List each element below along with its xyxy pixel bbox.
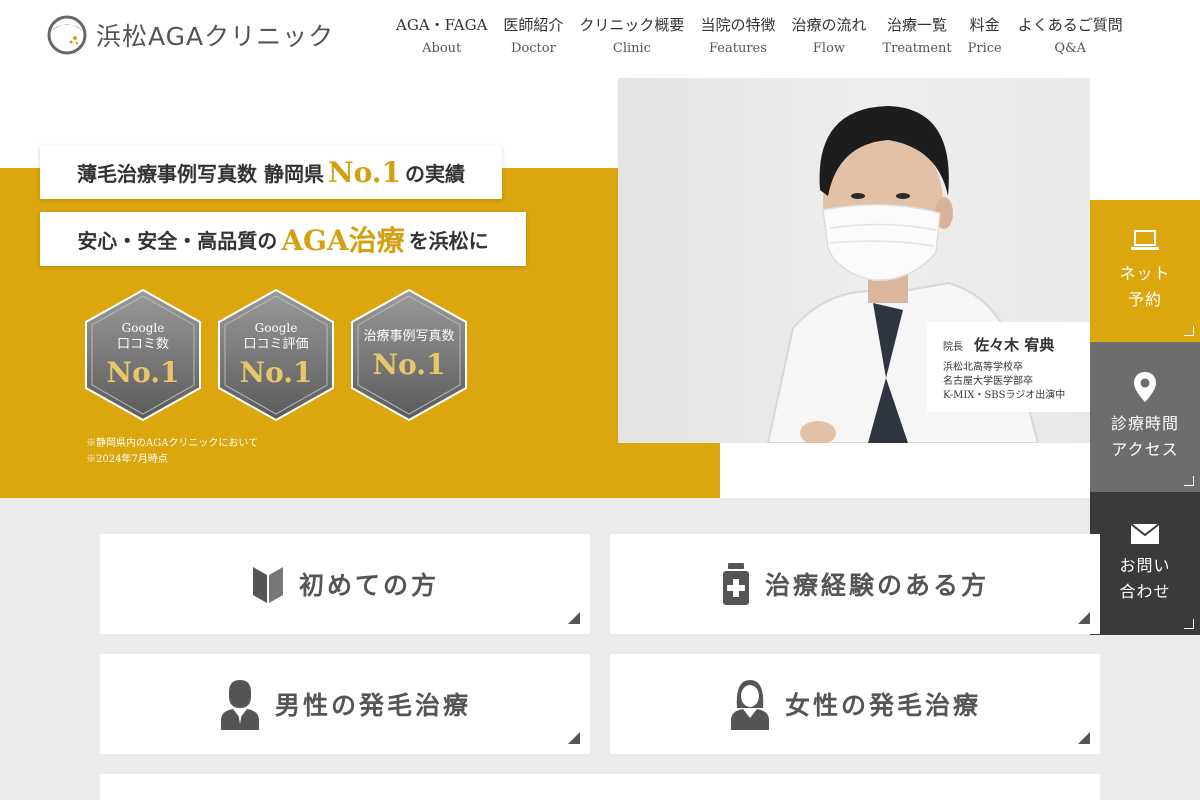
laptop-icon: [1131, 230, 1159, 250]
banner-text: 薄毛治療事例写真数 静岡県: [77, 162, 324, 186]
corner-mark: [1184, 619, 1194, 629]
nav-item-clinic[interactable]: クリニック概要 Clinic: [571, 14, 692, 59]
card-men-treatment[interactable]: 男性の発毛治療: [100, 654, 590, 754]
nav-label-en: Features: [708, 41, 767, 56]
nav-label-en: Treatment: [882, 41, 952, 56]
card-partial-bottom[interactable]: [100, 774, 1100, 800]
beginner-mark-icon: [252, 567, 283, 603]
side-button-label: お問い 合わせ: [1119, 555, 1171, 601]
nav-item-doctor[interactable]: 医師紹介 Doctor: [495, 14, 571, 59]
card-label: 男性の発毛治療: [274, 691, 471, 720]
corner-mark: [1184, 476, 1194, 486]
nav-label-jp: 治療一覧: [887, 16, 948, 34]
award-badge: Google 口コミ数 No.1: [84, 288, 202, 422]
badge-line2: 治療事例写真数: [363, 329, 455, 344]
doctor-title: 院長: [943, 342, 963, 353]
doctor-card: 院長 佐々木 宥典 浜松北高等学校卒 名古屋大学医学部卒 K-MIX・SBSラジ…: [927, 322, 1090, 412]
badge-line1: Google: [254, 321, 298, 335]
map-pin-icon: [1134, 372, 1156, 402]
nav-label-jp: 当院の特徴: [700, 16, 776, 34]
nav-label-jp: 治療の流れ: [791, 16, 867, 34]
side-button-label: ネット 予約: [1119, 264, 1171, 309]
hero-banner-results: 薄毛治療事例写真数 静岡県 No.1 の実績: [40, 146, 502, 199]
side-button-web-reservation[interactable]: ネット 予約: [1090, 200, 1200, 342]
badge-line1: Google: [121, 321, 165, 335]
logo[interactable]: 浜松AGAクリニック: [46, 14, 334, 56]
card-first-time[interactable]: 初めての方: [100, 534, 590, 634]
nav-label-jp: 料金: [969, 16, 1000, 34]
nav-label-jp: よくあるご質問: [1017, 16, 1123, 34]
note-line: ※2024年7月時点: [86, 454, 168, 465]
card-corner-arrow: [1078, 612, 1090, 624]
hero-banner-tagline: 安心・安全・高品質の AGA治療 を浜松に: [40, 212, 526, 266]
badge-rank: No.1: [372, 348, 446, 381]
card-corner-arrow: [568, 612, 580, 624]
banner-highlight: AGA治療: [281, 224, 405, 257]
nav-item-flow[interactable]: 治療の流れ Flow: [783, 14, 874, 59]
card-experienced[interactable]: 治療経験のある方: [610, 534, 1100, 634]
nav-label-jp: AGA・FAGA: [396, 16, 488, 34]
card-women-treatment[interactable]: 女性の発毛治療: [610, 654, 1100, 754]
badge-rank: No.1: [106, 356, 180, 389]
nav-item-treatment[interactable]: 治療一覧 Treatment: [874, 14, 959, 59]
doctor-profile-line: 名古屋大学医学部卒: [943, 376, 1033, 387]
doctor-profile-line: K-MIX・SBSラジオ出演中: [943, 390, 1066, 401]
nav-label-en: Flow: [812, 41, 846, 56]
side-button-contact[interactable]: お問い 合わせ: [1090, 492, 1200, 635]
side-button-label: 診療時間 アクセス: [1110, 414, 1179, 459]
card-label: 初めての方: [298, 571, 439, 600]
nav-item-about[interactable]: AGA・FAGA About: [388, 14, 495, 59]
main-nav: AGA・FAGA About 医師紹介 Doctor クリニック概要 Clini…: [388, 14, 1131, 59]
corner-mark: [1184, 326, 1194, 336]
medicine-bottle-icon: [722, 563, 749, 605]
badge-rank: No.1: [239, 356, 313, 389]
nav-label-en: Doctor: [511, 41, 556, 56]
card-label: 女性の発毛治療: [784, 691, 981, 720]
doctor-name: 佐々木 宥典: [974, 336, 1055, 354]
nav-label-en: About: [422, 41, 462, 56]
card-corner-arrow: [1078, 732, 1090, 744]
card-label: 治療経験のある方: [764, 571, 989, 600]
banner-text: を浜松に: [408, 228, 489, 253]
nav-item-qa[interactable]: よくあるご質問 Q&A: [1010, 14, 1131, 59]
note-line: ※静岡県内のAGAクリニックにおいて: [86, 438, 259, 449]
nav-label-jp: クリニック概要: [579, 16, 685, 34]
nav-label-en: Q&A: [1054, 41, 1087, 56]
nav-label-jp: 医師紹介: [503, 16, 564, 34]
award-badges: Google 口コミ数 No.1 Google 口コミ評価 No.1 治療事例写…: [84, 288, 483, 422]
logo-mark-icon: [47, 15, 87, 55]
man-icon: [220, 680, 259, 730]
mail-icon: [1130, 522, 1160, 544]
doctor-profile-line: 浜松北高等学校卒: [943, 362, 1023, 373]
banner-text: の実績: [404, 162, 465, 186]
award-badge: 治療事例写真数 No.1: [350, 288, 468, 422]
site-header: 浜松AGAクリニック AGA・FAGA About 医師紹介 Doctor クリ…: [0, 0, 1200, 78]
nav-label-en: Price: [967, 41, 1002, 56]
woman-icon: [730, 680, 769, 730]
badge-line2: 口コミ数: [116, 337, 169, 352]
nav-item-features[interactable]: 当院の特徴 Features: [692, 14, 783, 59]
side-button-hours-access[interactable]: 診療時間 アクセス: [1090, 342, 1200, 492]
card-corner-arrow: [568, 732, 580, 744]
badge-line2: 口コミ評価: [243, 337, 309, 352]
banner-text: 安心・安全・高品質の: [77, 228, 278, 253]
nav-label-en: Clinic: [612, 41, 651, 56]
banner-highlight: No.1: [327, 156, 401, 189]
award-badge: Google 口コミ評価 No.1: [217, 288, 335, 422]
logo-text: 浜松AGAクリニック: [96, 22, 335, 51]
nav-item-price[interactable]: 料金 Price: [960, 14, 1010, 59]
hero-notes: ※静岡県内のAGAクリニックにおいて ※2024年7月時点: [86, 436, 258, 468]
